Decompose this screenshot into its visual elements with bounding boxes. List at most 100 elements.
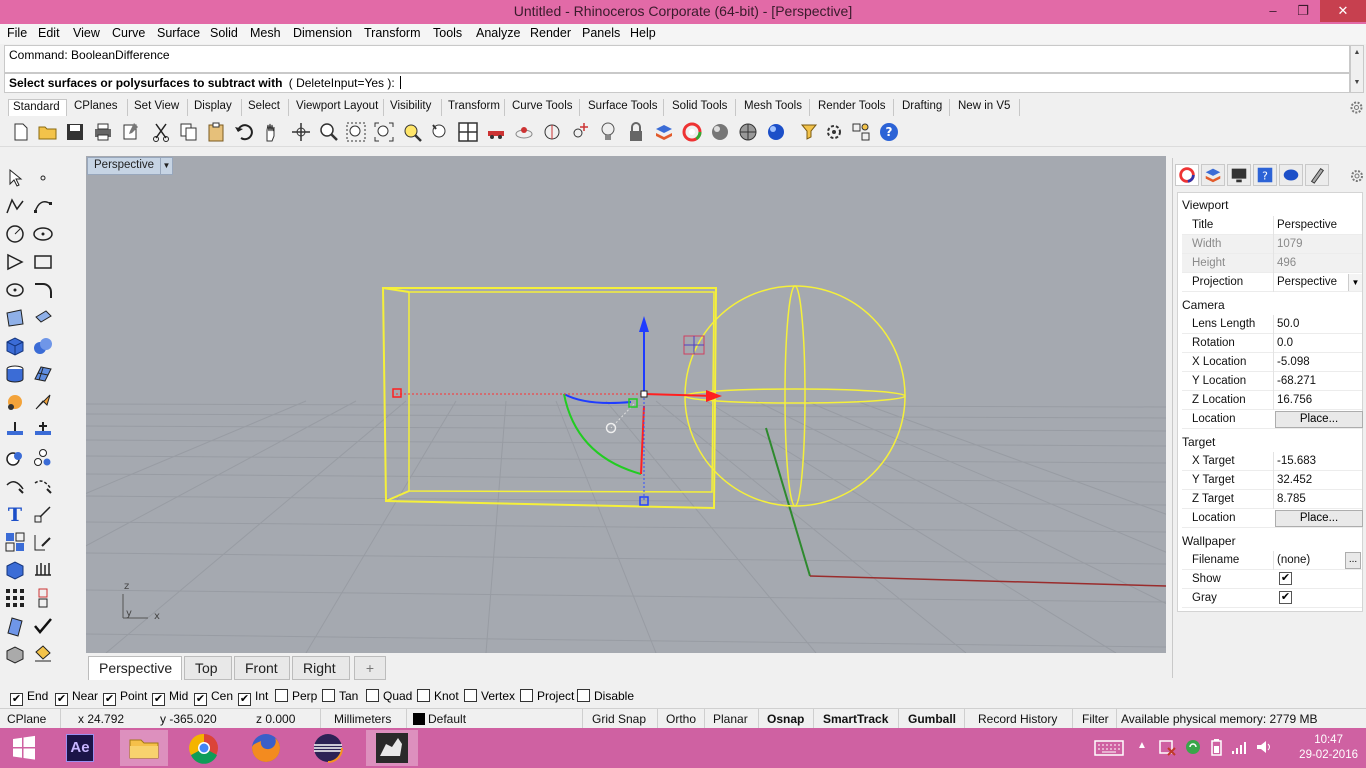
prop-title-field[interactable]: Perspective bbox=[1273, 216, 1363, 235]
menu-view[interactable]: View bbox=[73, 26, 100, 40]
tab-standard[interactable]: Standard bbox=[8, 99, 67, 116]
tab-curve-tools[interactable]: Curve Tools bbox=[508, 99, 580, 116]
box-solid-icon[interactable] bbox=[4, 335, 26, 357]
signal-icon[interactable] bbox=[1230, 738, 1248, 756]
y-location-field[interactable]: -68.271 bbox=[1273, 372, 1363, 391]
properties-icon[interactable] bbox=[120, 121, 142, 143]
record-history-toggle[interactable]: Record History bbox=[978, 712, 1057, 726]
command-option[interactable]: ( DeleteInput=Yes ): bbox=[289, 76, 395, 90]
osnap-end[interactable]: ✔ End bbox=[10, 689, 48, 706]
gear-icon[interactable] bbox=[1349, 100, 1364, 115]
paint-bucket-icon[interactable] bbox=[32, 643, 54, 665]
rendered-sphere-icon[interactable] bbox=[737, 121, 759, 143]
windows-start-icon[interactable] bbox=[2, 730, 46, 766]
rotation-field[interactable]: 0.0 bbox=[1273, 334, 1363, 353]
array-polar-icon[interactable] bbox=[32, 587, 54, 609]
osnap-mid-checkbox[interactable]: ✔ bbox=[152, 693, 165, 706]
pan-hand-icon[interactable] bbox=[260, 121, 282, 143]
osnap-near[interactable]: ✔ Near bbox=[55, 689, 98, 706]
zoom-selected-icon[interactable] bbox=[401, 121, 423, 143]
check-icon[interactable] bbox=[32, 615, 54, 637]
cut-icon[interactable] bbox=[150, 121, 172, 143]
explode-icon[interactable] bbox=[32, 447, 54, 469]
zoom-extents-icon[interactable] bbox=[373, 121, 395, 143]
point-icon[interactable] bbox=[32, 167, 54, 189]
menu-help[interactable]: Help bbox=[630, 26, 656, 40]
menu-curve[interactable]: Curve bbox=[112, 26, 145, 40]
z-target-field[interactable]: 8.785 bbox=[1273, 490, 1363, 509]
copy-icon[interactable] bbox=[178, 121, 200, 143]
surface-from-points-icon[interactable] bbox=[4, 307, 26, 329]
viewport-tab-right[interactable]: Right bbox=[292, 656, 350, 680]
point-object-icon[interactable] bbox=[569, 121, 591, 143]
scroll-up-icon[interactable]: ▲ bbox=[1351, 46, 1363, 60]
arc-icon[interactable] bbox=[4, 251, 26, 273]
camera-place-button[interactable]: Place... bbox=[1275, 411, 1363, 428]
array-icon[interactable] bbox=[4, 587, 26, 609]
undo-view-icon[interactable] bbox=[429, 121, 451, 143]
trim-icon[interactable] bbox=[4, 475, 26, 497]
browse-button[interactable]: ... bbox=[1345, 552, 1361, 569]
save-icon[interactable] bbox=[64, 121, 86, 143]
osnap-point[interactable]: ✔ Point bbox=[103, 689, 147, 706]
light-bulb-icon[interactable] bbox=[597, 121, 619, 143]
viewport-menu-chevron-down-icon[interactable]: ▼ bbox=[160, 158, 172, 174]
osnap-quad-checkbox[interactable] bbox=[366, 689, 379, 702]
show-checkbox[interactable]: ✔ bbox=[1279, 572, 1292, 585]
volume-icon[interactable] bbox=[1254, 738, 1272, 756]
zoom-icon[interactable] bbox=[318, 121, 340, 143]
render-sphere-icon[interactable] bbox=[765, 121, 787, 143]
tab-solid-tools[interactable]: Solid Tools bbox=[668, 99, 736, 116]
named-view-icon[interactable] bbox=[485, 121, 507, 143]
dimension-icon[interactable] bbox=[32, 503, 54, 525]
osnap-int-checkbox[interactable]: ✔ bbox=[238, 693, 251, 706]
grid-settings-icon[interactable] bbox=[850, 121, 872, 143]
sphere-solid-icon[interactable] bbox=[32, 335, 54, 357]
menu-edit[interactable]: Edit bbox=[38, 26, 60, 40]
extrude-surface-icon[interactable] bbox=[32, 307, 54, 329]
osnap-int[interactable]: ✔ Int bbox=[238, 689, 268, 706]
toolbar-layout-icon[interactable] bbox=[823, 121, 845, 143]
osnap-perp-checkbox[interactable] bbox=[275, 689, 288, 702]
planar-toggle[interactable]: Planar bbox=[713, 712, 748, 726]
new-file-icon[interactable] bbox=[10, 121, 32, 143]
viewport-canvas[interactable]: z y x bbox=[86, 156, 1166, 653]
gumball-toggle[interactable]: Gumball bbox=[908, 712, 956, 726]
set-cplane-icon[interactable] bbox=[513, 121, 535, 143]
osnap-icon[interactable] bbox=[541, 121, 563, 143]
units[interactable]: Millimeters bbox=[334, 712, 391, 726]
circle-icon[interactable] bbox=[4, 223, 26, 245]
chrome-icon[interactable] bbox=[182, 730, 226, 766]
command-scrollbar[interactable]: ▲ ▼ bbox=[1350, 45, 1364, 93]
osnap-knot-checkbox[interactable] bbox=[417, 689, 430, 702]
osnap-disable[interactable]: Disable bbox=[577, 689, 634, 703]
tab-set-view[interactable]: Set View bbox=[130, 99, 188, 116]
osnap-knot[interactable]: Knot bbox=[417, 689, 459, 703]
render-box-icon[interactable] bbox=[4, 643, 26, 665]
z-location-field[interactable]: 16.756 bbox=[1273, 391, 1363, 410]
tab-cplanes[interactable]: CPlanes bbox=[70, 99, 128, 116]
transform-move-icon[interactable] bbox=[4, 419, 26, 441]
analyze-icon[interactable] bbox=[4, 615, 26, 637]
menu-dimension[interactable]: Dimension bbox=[293, 26, 352, 40]
selected-box[interactable] bbox=[381, 287, 718, 510]
viewport-title[interactable]: Perspective ▼ bbox=[87, 157, 173, 175]
menu-file[interactable]: File bbox=[7, 26, 27, 40]
osnap-tan[interactable]: Tan bbox=[322, 689, 358, 703]
menu-tools[interactable]: Tools bbox=[433, 26, 462, 40]
maximize-button[interactable]: ❐ bbox=[1288, 0, 1318, 22]
eclipse-icon[interactable] bbox=[306, 730, 350, 766]
menu-surface[interactable]: Surface bbox=[157, 26, 200, 40]
panel-gear-icon[interactable] bbox=[1350, 169, 1364, 183]
osnap-tan-checkbox[interactable] bbox=[322, 689, 335, 702]
menu-transform[interactable]: Transform bbox=[364, 26, 421, 40]
grid-snap-toggle[interactable]: Grid Snap bbox=[592, 712, 646, 726]
tab-render-tools[interactable]: Render Tools bbox=[814, 99, 894, 116]
layers-tab-icon[interactable] bbox=[1201, 164, 1225, 186]
osnap-project-checkbox[interactable] bbox=[520, 689, 533, 702]
lens-length-field[interactable]: 50.0 bbox=[1273, 315, 1363, 334]
osnap-end-checkbox[interactable]: ✔ bbox=[10, 693, 23, 706]
grid-align-icon[interactable] bbox=[32, 559, 54, 581]
boolean-union-icon[interactable] bbox=[4, 447, 26, 469]
osnap-cen-checkbox[interactable]: ✔ bbox=[194, 693, 207, 706]
